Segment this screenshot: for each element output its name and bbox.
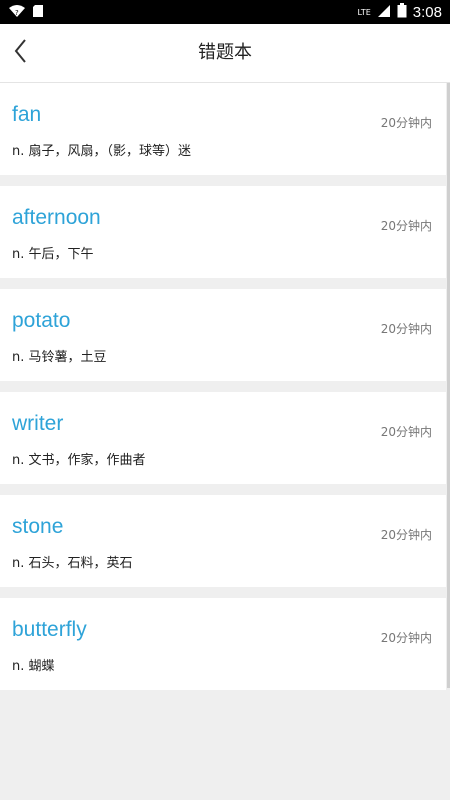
time-label: 20分钟内	[380, 631, 432, 645]
meaning-text: n. 石头，石料，英石	[12, 556, 133, 571]
meaning-text: n. 文书，作家，作曲者	[12, 453, 146, 468]
page-title: 错题本	[198, 42, 252, 63]
meaning-text: n. 马铃薯，土豆	[12, 350, 107, 365]
battery-icon	[397, 2, 407, 22]
word-text: writer	[12, 412, 64, 435]
nav-bar: 错题本	[0, 24, 450, 83]
meaning-text: n. 扇子，风扇，（影，球等）迷	[12, 144, 192, 159]
meaning-text: n. 午后，下午	[12, 247, 94, 262]
status-time: 3:08	[412, 3, 442, 21]
time-label: 20分钟内	[380, 528, 432, 542]
status-bar: ? LTE 3:08	[0, 0, 450, 24]
status-left: ?	[8, 3, 44, 22]
time-label: 20分钟内	[380, 425, 432, 439]
list-item[interactable]: afternoon n. 午后，下午 20分钟内	[0, 186, 446, 278]
time-label: 20分钟内	[380, 219, 432, 233]
list-item[interactable]: butterfly n. 蝴蝶 20分钟内	[0, 598, 446, 690]
time-label: 20分钟内	[380, 322, 432, 336]
word-text: afternoon	[12, 206, 101, 229]
status-right: LTE 3:08	[357, 2, 442, 22]
time-label: 20分钟内	[380, 116, 432, 130]
signal-icon	[377, 3, 391, 22]
chevron-left-icon	[13, 38, 27, 68]
back-button[interactable]	[6, 36, 34, 70]
network-type-label: LTE	[357, 7, 371, 17]
word-text: butterfly	[12, 618, 87, 641]
list-item[interactable]: fan n. 扇子，风扇，（影，球等）迷 20分钟内	[0, 83, 446, 175]
list-item[interactable]: stone n. 石头，石料，英石 20分钟内	[0, 495, 446, 587]
list-item[interactable]: potato n. 马铃薯，土豆 20分钟内	[0, 289, 446, 381]
meaning-text: n. 蝴蝶	[12, 659, 55, 674]
word-text: potato	[12, 309, 71, 332]
word-text: stone	[12, 515, 64, 538]
sd-card-icon	[32, 3, 44, 22]
list-item[interactable]: writer n. 文书，作家，作曲者 20分钟内	[0, 392, 446, 484]
wifi-icon: ?	[8, 3, 26, 22]
svg-text:?: ?	[15, 9, 19, 17]
word-text: fan	[12, 103, 42, 126]
wrong-answer-list: fan n. 扇子，风扇，（影，球等）迷 20分钟内 afternoon n. …	[0, 83, 446, 701]
